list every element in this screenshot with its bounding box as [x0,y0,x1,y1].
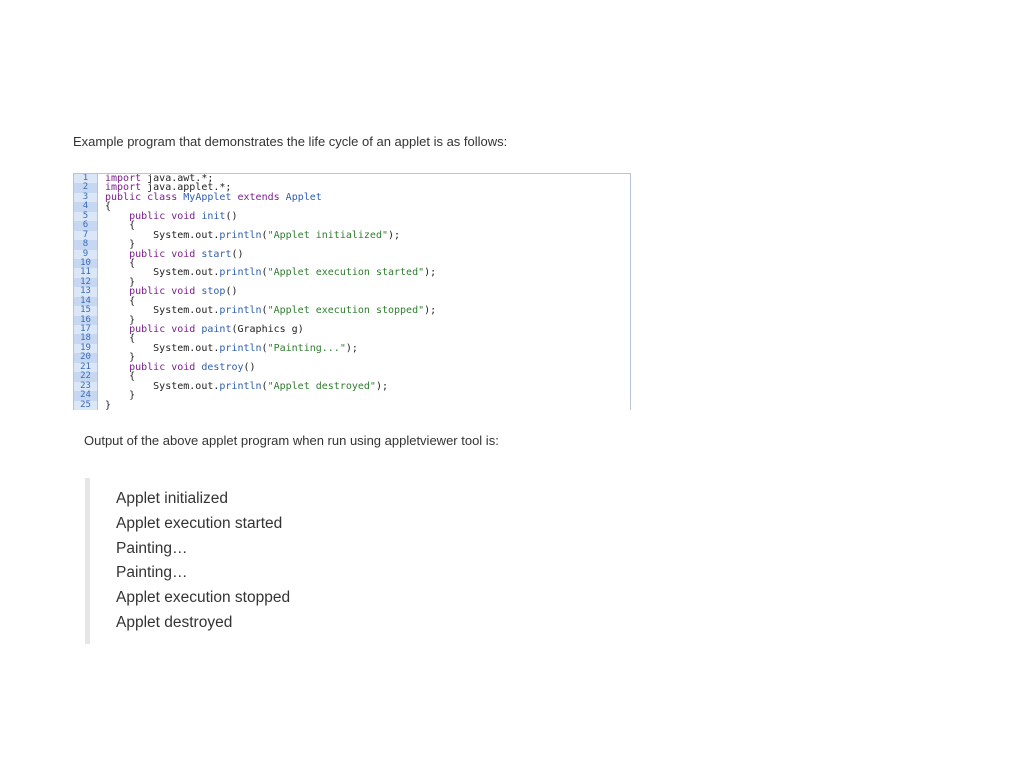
code-token: "Applet destroyed" [267,380,376,392]
code-line: 15 System.out.println("Applet execution … [74,305,630,317]
code-token: public void [129,248,196,260]
code-token: } [105,399,112,410]
code-text: System.out.println("Applet execution sta… [98,267,437,279]
output-label: Output of the above applet program when … [84,433,499,448]
code-token: stop [201,286,226,298]
code-token: start [201,248,232,260]
code-line: 7 System.out.println("Applet initialized… [74,229,630,241]
code-line: 11 System.out.println("Applet execution … [74,267,630,279]
code-line: 25} [74,399,630,410]
code-token: println [219,380,262,392]
code-token: (Graphics g) [231,324,304,335]
code-token: paint [201,324,232,335]
code-token: public class [105,191,178,203]
code-text: } [98,391,135,401]
output-line: Applet execution stopped [116,589,291,607]
code-token: public void [129,361,196,373]
code-token: ); [375,380,388,392]
code-line: 9 public void start() [74,248,630,260]
code-text: System.out.println("Applet destroyed"); [98,380,388,392]
code-token: ); [424,267,437,279]
output-block: Applet initialized Applet execution star… [85,478,375,644]
code-line: 21 public void destroy() [74,361,630,373]
output-line: Painting… [116,539,188,557]
code-token: public void [129,324,196,335]
code-token: destroy [201,361,244,373]
code-token: "Painting..." [267,342,346,354]
code-token: println [219,267,262,279]
code-token: MyApplet [183,191,232,203]
code-token: () [225,210,238,222]
code-token: () [231,248,244,260]
output-line: Applet destroyed [116,613,233,631]
code-token: "Applet initialized" [267,229,388,241]
code-text: System.out.println("Applet execution sto… [98,305,437,317]
code-line: 3 public class MyApplet extends Applet [74,191,630,203]
code-token: () [243,361,256,373]
code-token: "Applet execution stopped" [267,305,425,317]
code-line: 13 public void stop() [74,286,630,298]
code-token: ); [388,229,401,241]
code-text: System.out.println("Applet initialized")… [98,229,401,241]
code-line: 19 System.out.println("Painting..."); [74,342,630,354]
code-token: Applet [285,191,322,203]
code-token: ); [424,305,437,317]
line-number: 25 [74,400,98,410]
code-token: ); [345,342,358,354]
code-line: 24 } [74,390,630,401]
code-line: 23 System.out.println("Applet destroyed"… [74,380,630,392]
code-token: () [225,286,238,298]
output-line: Applet initialized [116,490,229,507]
code-listing: 1 import java.awt.*; 2 import java.applet.*… [73,173,631,410]
code-token: public void [129,286,196,298]
code-token: println [219,229,262,241]
code-text: System.out.println("Painting..."); [98,342,358,354]
code-line: 5 public void init() [74,210,630,222]
code-line: 17 public void paint(Graphics g) [74,324,630,335]
code-token: println [219,305,262,317]
code-token: init [201,210,226,222]
code-token: public void [129,210,196,222]
code-token: extends [237,191,280,203]
output-line: Applet execution started [116,514,283,532]
output-line: Painting… [116,564,188,582]
code-text: } [98,399,112,410]
code-token: println [219,342,262,354]
code-token: "Applet execution started" [267,267,425,279]
code-text: public class MyApplet extends Applet [98,191,322,203]
intro-text: Example program that demonstrates the li… [73,134,508,149]
